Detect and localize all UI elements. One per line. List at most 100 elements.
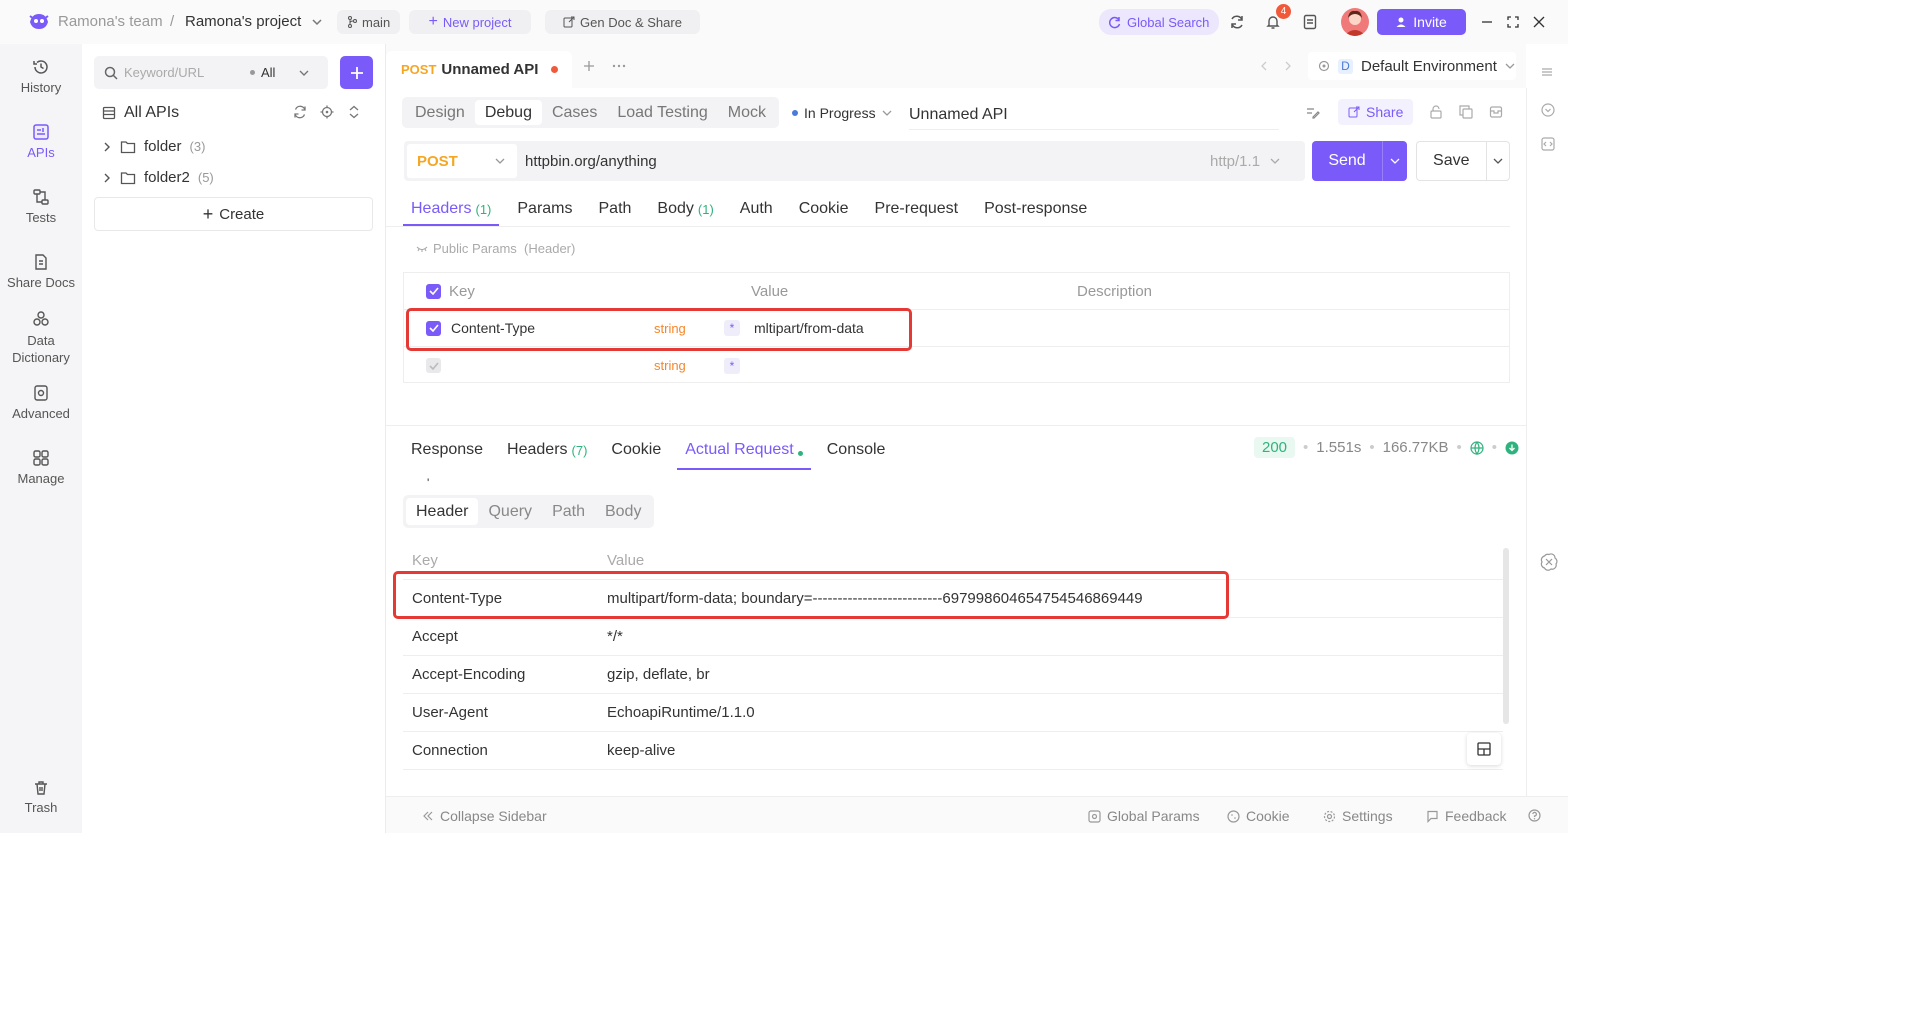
chevron-right-icon[interactable] <box>102 142 112 152</box>
invite-button[interactable]: Invite <box>1377 9 1466 35</box>
arrow-left-icon[interactable] <box>1259 60 1269 72</box>
menu-icon[interactable] <box>1541 66 1553 78</box>
rail-item-share-docs[interactable]: Share Docs <box>0 253 82 290</box>
subtab-body[interactable]: Body <box>595 498 651 525</box>
expand-collapse-icon[interactable] <box>347 105 361 119</box>
edit-icon[interactable] <box>1306 105 1320 119</box>
gen-doc-button[interactable]: Gen Doc & Share <box>545 10 700 34</box>
global-params-button[interactable]: Global Params <box>1088 808 1200 824</box>
refresh-icon[interactable] <box>293 105 307 119</box>
tab-cookie[interactable]: Cookie <box>799 192 849 226</box>
chevron-down-icon[interactable] <box>1270 156 1280 166</box>
help-icon[interactable] <box>1528 809 1541 822</box>
close-icon[interactable] <box>1527 10 1551 34</box>
scrollbar[interactable] <box>1503 548 1509 724</box>
arrow-right-icon[interactable] <box>1283 60 1293 72</box>
rail-item-manage[interactable]: Manage <box>0 449 82 486</box>
row-checkbox[interactable] <box>426 358 441 373</box>
filter-select[interactable]: All <box>261 65 275 80</box>
locate-icon[interactable] <box>320 105 334 119</box>
bell-icon[interactable]: 4 <box>1261 4 1291 34</box>
status-code-badge: 200 <box>1254 437 1296 458</box>
send-button[interactable]: Send <box>1312 141 1407 181</box>
globe-icon[interactable] <box>1470 440 1484 455</box>
tab-pre-request[interactable]: Pre-request <box>875 192 959 226</box>
branch-selector[interactable]: main <box>337 10 401 34</box>
logo-icon[interactable] <box>28 12 50 32</box>
copy-icon[interactable] <box>1459 105 1473 119</box>
header-type-select[interactable]: string <box>654 358 686 373</box>
tab-body[interactable]: Body (1) <box>657 192 713 226</box>
method-select[interactable]: POST <box>407 144 517 178</box>
chevron-down-icon[interactable] <box>299 68 309 78</box>
tab-path[interactable]: Path <box>599 192 632 226</box>
subtab-path[interactable]: Path <box>542 498 595 525</box>
api-name-input[interactable]: Unnamed API <box>909 100 1279 130</box>
tab-load-testing[interactable]: Load Testing <box>607 100 717 125</box>
settings-button[interactable]: Settings <box>1323 808 1393 824</box>
chevron-down-icon[interactable] <box>311 16 323 28</box>
share-button[interactable]: Share <box>1338 99 1414 125</box>
tab-cases[interactable]: Cases <box>542 100 607 125</box>
minimize-icon[interactable] <box>1475 10 1499 34</box>
rail-item-advanced[interactable]: Advanced <box>0 384 82 421</box>
select-all-checkbox[interactable] <box>426 283 441 299</box>
tab-debug[interactable]: Debug <box>474 100 542 125</box>
add-tab-icon[interactable] <box>583 60 595 72</box>
tab-post-response[interactable]: Post-response <box>984 192 1087 226</box>
rail-item-data-dictionary[interactable]: Data Dictionary <box>0 310 82 366</box>
all-apis-row[interactable]: All APIs <box>102 104 179 122</box>
chevron-down-icon[interactable] <box>1383 156 1407 166</box>
subtab-query[interactable]: Query <box>478 498 542 525</box>
global-search-button[interactable]: Global Search <box>1099 9 1220 35</box>
subtab-header[interactable]: Header <box>406 498 479 525</box>
tab-response-headers[interactable]: Headers (7) <box>507 430 587 470</box>
chevron-right-icon[interactable] <box>102 173 112 183</box>
archive-icon[interactable] <box>1489 105 1503 119</box>
tab-headers[interactable]: Headers (1) <box>402 192 500 226</box>
tab-unnamed-api[interactable]: POST Unnamed API <box>386 51 572 88</box>
create-button[interactable]: + Create <box>94 197 373 231</box>
new-project-button[interactable]: + New project <box>409 10 531 34</box>
feedback-button[interactable]: Feedback <box>1426 808 1506 824</box>
tab-console[interactable]: Console <box>827 430 886 470</box>
more-icon[interactable] <box>612 60 626 72</box>
layout-toggle-button[interactable] <box>1467 733 1501 765</box>
lock-icon[interactable] <box>1429 105 1443 119</box>
search-input[interactable] <box>124 65 244 80</box>
rail-item-history[interactable]: History <box>0 58 82 95</box>
status-selector[interactable]: In Progress <box>792 105 892 121</box>
url-input[interactable]: httpbin.org/anything <box>525 153 1185 170</box>
rail-item-apis[interactable]: APIs <box>0 123 82 160</box>
tab-design[interactable]: Design <box>405 100 475 125</box>
rail-item-trash[interactable]: Trash <box>0 780 82 815</box>
chevron-down-icon[interactable] <box>1487 156 1510 166</box>
avatar[interactable] <box>1341 8 1369 36</box>
code-icon[interactable] <box>1541 137 1555 151</box>
public-params-toggle[interactable]: Public Params (Header) <box>416 241 575 256</box>
add-api-button[interactable] <box>340 56 373 89</box>
ai-assistant-icon[interactable] <box>1540 553 1558 571</box>
team-name[interactable]: Ramona's team <box>58 13 163 30</box>
tab-auth[interactable]: Auth <box>740 192 773 226</box>
environment-selector[interactable]: D Default Environment <box>1308 52 1516 80</box>
sync-icon[interactable] <box>1225 10 1249 34</box>
info-icon[interactable] <box>1541 103 1555 117</box>
tab-mock[interactable]: Mock <box>718 100 776 125</box>
tab-actual-request[interactable]: Actual Request <box>677 430 811 470</box>
save-button[interactable]: Save <box>1416 141 1510 181</box>
collapse-sidebar-button[interactable]: Collapse Sidebar <box>422 808 547 824</box>
protocol-select[interactable]: http/1.1 <box>1210 153 1260 170</box>
rail-item-tests[interactable]: Tests <box>0 188 82 225</box>
maximize-icon[interactable] <box>1501 10 1525 34</box>
required-marker[interactable]: * <box>724 357 740 374</box>
tree-folder-row[interactable]: folder (3) <box>102 138 205 155</box>
tree-folder-row[interactable]: folder2 (5) <box>102 169 214 186</box>
cookie-button[interactable]: Cookie <box>1227 808 1290 824</box>
download-icon[interactable] <box>1505 441 1519 455</box>
document-icon[interactable] <box>1298 10 1322 34</box>
tab-response[interactable]: Response <box>411 430 483 470</box>
tab-params[interactable]: Params <box>517 192 572 226</box>
tab-response-cookie[interactable]: Cookie <box>611 430 661 470</box>
project-name[interactable]: Ramona's project <box>185 13 301 30</box>
